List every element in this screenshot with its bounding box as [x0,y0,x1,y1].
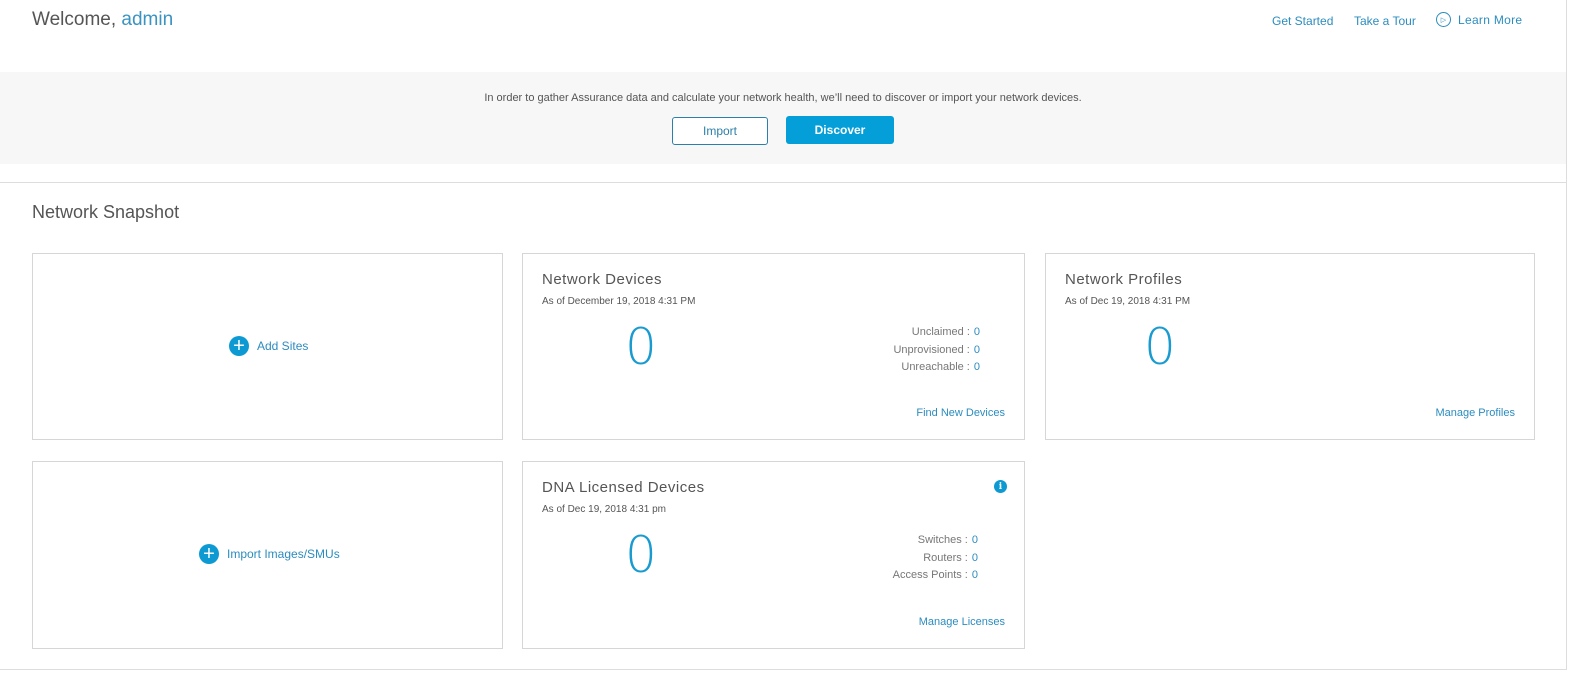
import-button[interactable]: Import [672,117,768,145]
username: admin [121,9,174,30]
learn-more-link[interactable]: ▷ Learn More [1436,12,1522,27]
take-a-tour-link[interactable]: Take a Tour [1354,14,1416,28]
import-images-button[interactable]: + Import Images/SMUs [199,544,340,564]
plus-icon: + [229,336,249,356]
manage-profiles-link[interactable]: Manage Profiles [1436,407,1516,419]
device-stats: Unclaimed :0 Unprovisioned :0 Unreachabl… [893,324,980,377]
stat-unclaimed: Unclaimed :0 [911,326,980,338]
stat-unprovisioned: Unprovisioned :0 [893,343,980,356]
learn-more-label: Learn More [1458,12,1523,27]
card-title: Network Profiles [1065,271,1183,288]
add-sites-label: Add Sites [257,339,309,353]
section-title: Network Snapshot [32,202,180,222]
card-timestamp: As of December 19, 2018 4:31 PM [542,296,696,307]
device-count: 0 [625,318,657,376]
play-icon: ▷ [1436,12,1451,27]
card-timestamp: As of Dec 19, 2018 4:31 pm [542,504,666,515]
welcome-text: Welcome, [32,9,117,30]
import-images-label: Import Images/SMUs [227,547,340,561]
discover-button[interactable]: Discover [786,116,894,144]
banner-message: In order to gather Assurance data and ca… [484,92,1082,104]
stat-routers: Routers :0 [923,551,978,564]
license-stats: Switches :0 Routers :0 Access Points :0 [893,532,978,585]
stat-unreachable: Unreachable :0 [901,361,980,373]
profile-count: 0 [1144,318,1176,376]
import-images-card: + Import Images/SMUs [32,461,503,649]
network-devices-card: Network Devices As of December 19, 2018 … [522,253,1025,440]
licensed-count: 0 [625,526,657,584]
discovery-banner: In order to gather Assurance data and ca… [0,72,1566,164]
divider [0,182,1566,183]
card-title: DNA Licensed Devices [542,479,705,496]
card-title: Network Devices [542,271,663,288]
stat-switches: Switches :0 [917,534,978,546]
add-sites-button[interactable]: + Add Sites [229,336,308,356]
welcome-heading: Welcome, admin [32,9,173,31]
add-sites-card: + Add Sites [32,253,503,440]
network-profiles-card: Network Profiles As of Dec 19, 2018 4:31… [1045,253,1535,440]
dna-licensed-card: DNA Licensed Devices As of Dec 19, 2018 … [522,461,1025,649]
find-new-devices-link[interactable]: Find New Devices [916,407,1005,419]
card-timestamp: As of Dec 19, 2018 4:31 PM [1065,296,1191,307]
stat-access-points: Access Points :0 [892,569,978,581]
plus-icon: + [199,544,219,564]
manage-licenses-link[interactable]: Manage Licenses [919,616,1005,628]
info-icon[interactable]: i [994,480,1007,493]
get-started-link[interactable]: Get Started [1272,14,1333,28]
